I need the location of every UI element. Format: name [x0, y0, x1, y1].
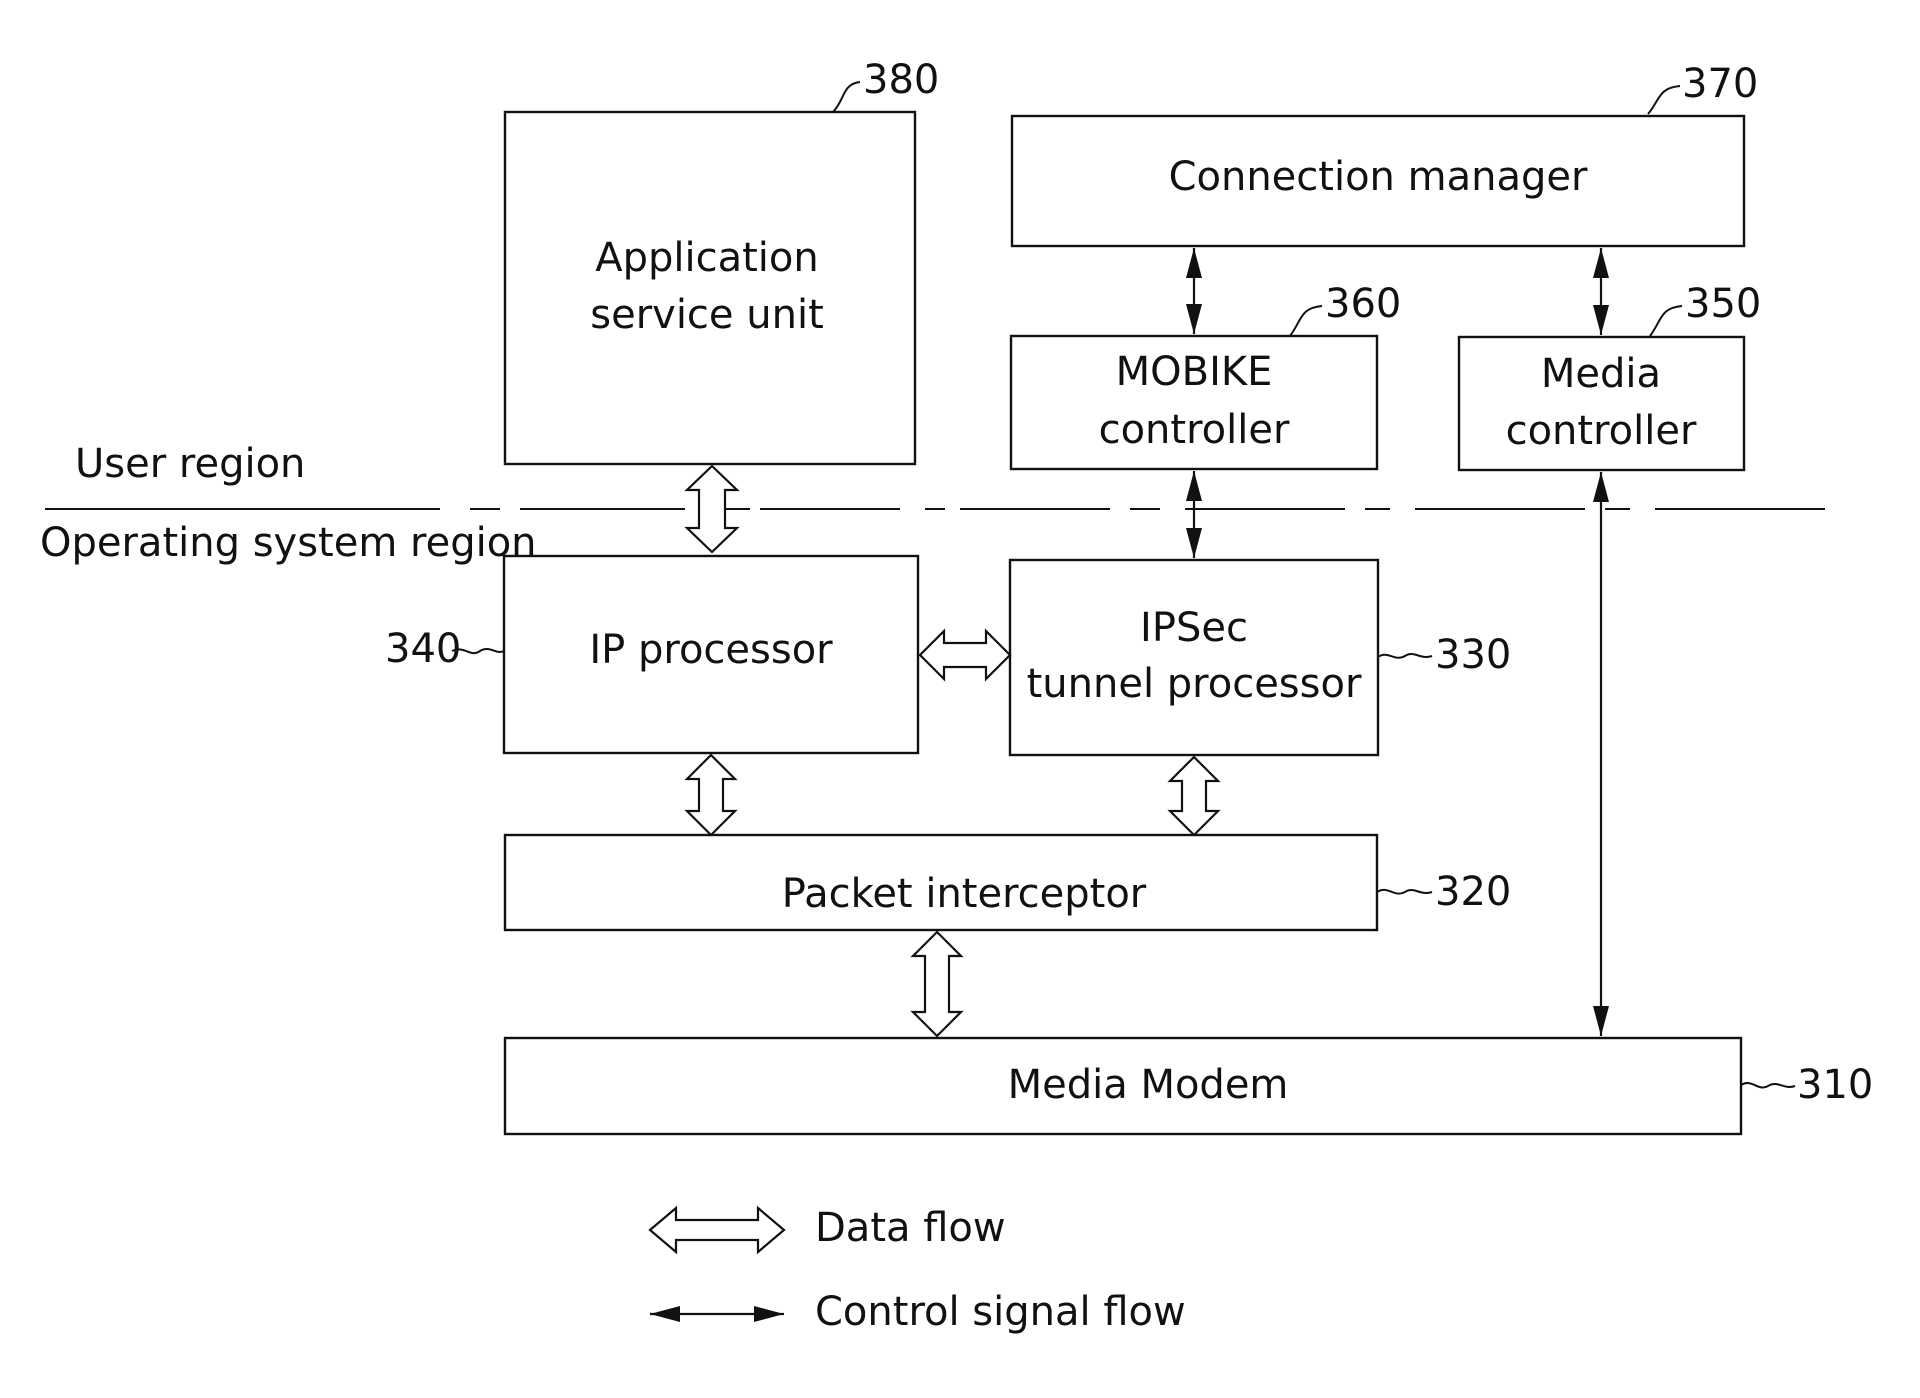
- block-label-line: IPSec: [1140, 605, 1248, 651]
- block-label-line: Connection manager: [1169, 154, 1588, 200]
- data-flow-arrow: [918, 628, 1012, 682]
- block-connection-manager: Connection manager: [1010, 114, 1746, 248]
- ref-number-340: 340: [385, 626, 461, 672]
- data-flow-arrow: [910, 930, 964, 1038]
- ref-leader: [1289, 305, 1323, 337]
- block-diagram: User region Operating system region Appl…: [40, 57, 1873, 1335]
- ref-number-360: 360: [1325, 281, 1401, 327]
- block-label-line: Application: [595, 235, 819, 281]
- block-label-line: service unit: [590, 292, 824, 338]
- block-label-line: controller: [1506, 408, 1697, 454]
- block-mobike-controller: MOBIKE controller: [1009, 334, 1379, 471]
- legend-data-flow-icon: [648, 1205, 786, 1255]
- control-flow-arrow: [1186, 248, 1202, 334]
- block-label-line: Packet interceptor: [782, 871, 1147, 917]
- control-flow-arrow: [1593, 472, 1609, 1036]
- ref-number-330: 330: [1435, 632, 1511, 678]
- ref-number-310: 310: [1797, 1062, 1873, 1108]
- legend-control-flow-icon: [650, 1306, 784, 1322]
- block-media-modem: Media Modem: [503, 1036, 1743, 1136]
- legend: Data flow Control signal flow: [648, 1205, 1186, 1335]
- control-flow-arrow: [1186, 471, 1202, 558]
- block-label-line: Media Modem: [1008, 1062, 1289, 1108]
- ref-leader: [1377, 653, 1433, 659]
- block-label-line: IP processor: [589, 627, 833, 673]
- ref-leader: [1647, 85, 1681, 115]
- block-ipsec-tunnel-processor: IPSec tunnel processor: [1008, 558, 1380, 757]
- block-media-controller: Media controller: [1457, 335, 1746, 472]
- ref-leader: [1376, 888, 1433, 895]
- os-region-label: Operating system region: [40, 520, 537, 566]
- data-flow-arrow: [684, 753, 738, 837]
- user-region-label: User region: [75, 441, 305, 487]
- ref-number-350: 350: [1685, 281, 1761, 327]
- ref-number-380: 380: [863, 57, 939, 103]
- block-label-line: Media: [1541, 351, 1661, 397]
- ref-leader: [832, 81, 861, 113]
- block-application-service-unit: Application service unit: [503, 110, 917, 466]
- legend-data-flow-label: Data flow: [815, 1205, 1006, 1251]
- block-label-line: tunnel processor: [1027, 661, 1362, 707]
- block-ip-processor: IP processor: [502, 554, 920, 755]
- ref-leader: [1649, 305, 1683, 337]
- control-flow-arrow: [1593, 248, 1609, 335]
- data-flow-arrow: [1167, 755, 1221, 837]
- block-packet-interceptor: Packet interceptor: [503, 833, 1379, 932]
- block-label-line: MOBIKE: [1116, 349, 1273, 395]
- ref-leader: [1740, 1082, 1796, 1089]
- legend-control-flow-label: Control signal flow: [815, 1289, 1186, 1335]
- ref-number-320: 320: [1435, 869, 1511, 915]
- ref-number-370: 370: [1682, 61, 1758, 107]
- block-label-line: controller: [1099, 407, 1290, 453]
